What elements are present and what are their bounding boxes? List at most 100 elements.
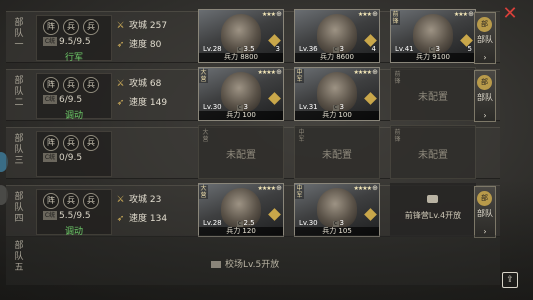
unit-info-panel[interactable]: 阵兵兵 C统 6/9.5 调动 xyxy=(36,73,112,121)
hero-stars: ★★★★ xyxy=(353,69,371,76)
hero-count: 4 xyxy=(371,45,376,53)
formation-badge[interactable]: 兵 xyxy=(63,77,79,93)
skill-icon xyxy=(268,92,281,105)
empty-slot-text: 未配置 xyxy=(418,150,448,161)
swords-icon: ⚔ xyxy=(116,195,125,205)
unit-label: 部队一 xyxy=(14,18,24,50)
hero-troops: 兵力 8600 xyxy=(295,53,379,62)
stat-value: 80 xyxy=(149,40,162,50)
unit-detail-button[interactable]: 部部队 › xyxy=(474,70,496,122)
formation-badge[interactable]: 兵 xyxy=(83,77,99,93)
formation-badge[interactable]: 阵 xyxy=(43,19,59,35)
formation-badge[interactable]: 阵 xyxy=(43,135,59,151)
empty-slot[interactable]: 大营 未配置 xyxy=(198,125,284,179)
hero-slot[interactable]: 前锋未配置 xyxy=(390,125,476,179)
stat-value: 23 xyxy=(149,195,162,205)
stat-name: 速度 xyxy=(129,40,148,50)
hero-card[interactable]: ★★★ ⊕ Lv.28 C 3.5 3 兵力 8800 xyxy=(198,9,284,63)
unit-stats: ⚔ 攻城 23 ➶ 速度 134 xyxy=(116,191,176,229)
formation-badge[interactable]: 兵 xyxy=(83,193,99,209)
pin-icon: ⊕ xyxy=(276,68,282,76)
hero-stars: ★★★ xyxy=(357,11,372,18)
hero-troops: 兵力 100 xyxy=(295,111,379,120)
hero-slot[interactable]: ★★★ ⊕ Lv.36 C 3 4 兵力 8600 xyxy=(294,9,380,63)
hero-slot[interactable]: 前锋 ★★★ ⊕ Lv.41 C 3 5 兵力 9100 xyxy=(390,9,476,63)
cost-value: 0/9.5 xyxy=(59,153,83,163)
unit-emblem-icon: 部 xyxy=(477,191,492,206)
formation-badges: 阵兵兵 xyxy=(43,193,99,209)
hero-slot[interactable]: 中军 未配置 xyxy=(294,125,380,179)
cost-value: 6/9.5 xyxy=(59,95,83,105)
slot-role: 中军 xyxy=(295,69,304,83)
hero-card[interactable]: 前锋 ★★★ ⊕ Lv.41 C 3 5 兵力 9100 xyxy=(390,9,476,63)
empty-slot[interactable]: 中军 未配置 xyxy=(294,125,380,179)
hero-card[interactable]: 大营 ★★★★ ⊕ Lv.30 C 3 兵力 100 xyxy=(198,67,284,121)
hero-slot[interactable]: 中军 ★★★★ ⊕ Lv.31 C 3 兵力 100 xyxy=(294,67,380,121)
cost-icon: C统 xyxy=(43,95,57,104)
unit-button-label: 部队 xyxy=(477,93,493,102)
slot-role: 中军 xyxy=(295,185,304,199)
close-button[interactable]: ✕ xyxy=(500,4,520,24)
hero-card[interactable]: ★★★ ⊕ Lv.36 C 3 4 兵力 8600 xyxy=(294,9,380,63)
locked-slot-text: 前锋营Lv.4开放 xyxy=(404,211,462,220)
slot-role: 前锋 xyxy=(394,129,401,143)
share-button[interactable]: ⇪ xyxy=(502,272,518,288)
hero-cost-value: 3 xyxy=(243,103,248,111)
hero-cost: C3 xyxy=(333,45,344,53)
stat-1: ➶ 速度 80 xyxy=(116,36,176,55)
skill-icon xyxy=(364,92,377,105)
hero-card[interactable]: 中军 ★★★★ ⊕ Lv.30 C 3 兵力 105 xyxy=(294,183,380,237)
formation-badges: 阵兵兵 xyxy=(43,135,99,151)
hero-slot[interactable]: 大营 ★★★★ ⊕ Lv.30 C 3 兵力 100 xyxy=(198,67,284,121)
unit-label: 部队三 xyxy=(14,134,24,166)
stat-name: 攻城 xyxy=(129,195,148,205)
hero-card[interactable]: 大营 ★★★★ ⊕ Lv.28 C 2.5 兵力 120 xyxy=(198,183,284,237)
slot-role: 前锋 xyxy=(394,71,401,85)
hero-cost-value: 3 xyxy=(339,103,344,111)
hero-slot[interactable]: 大营 未配置 xyxy=(198,125,284,179)
slot-role: 前锋 xyxy=(391,11,400,25)
stat-value: 134 xyxy=(149,214,168,224)
cost-icon: C统 xyxy=(43,37,57,46)
hero-stars: ★★★ xyxy=(453,11,468,18)
formation-badge[interactable]: 兵 xyxy=(83,19,99,35)
locked-slot: 前锋营Lv.4开放 xyxy=(390,183,476,237)
speed-icon: ➶ xyxy=(116,214,125,224)
cost-icon: C统 xyxy=(43,211,57,220)
swords-icon: ⚔ xyxy=(116,21,125,31)
hero-level: Lv.28 xyxy=(203,219,222,227)
hero-slot[interactable]: 中军 ★★★★ ⊕ Lv.30 C 3 兵力 105 xyxy=(294,183,380,237)
hero-slot[interactable]: 大营 ★★★★ ⊕ Lv.28 C 2.5 兵力 120 xyxy=(198,183,284,237)
empty-slot[interactable]: 前锋 未配置 xyxy=(390,67,476,121)
unit-button-label: 部队 xyxy=(477,209,493,218)
unit-info-panel[interactable]: 阵兵兵 C统 0/9.5 xyxy=(36,131,112,177)
formation-badge[interactable]: 兵 xyxy=(63,193,79,209)
unit-row-5: 部队五 校场Lv.5开放 xyxy=(6,235,500,285)
unit-info-panel[interactable]: 阵兵兵 C统 5.5/9.5 调动 xyxy=(36,189,112,237)
empty-slot[interactable]: 前锋未配置 xyxy=(390,125,476,179)
hero-stars: ★★★ xyxy=(261,11,276,18)
unit-emblem-icon: 部 xyxy=(477,17,492,32)
slot-role: 大营 xyxy=(199,185,208,199)
unit-status: 行军 xyxy=(64,53,83,63)
hero-slot[interactable]: ★★★ ⊕ Lv.28 C 3.5 3 兵力 8800 xyxy=(198,9,284,63)
unit-detail-button[interactable]: 部部队 › xyxy=(474,186,496,238)
formation-badge[interactable]: 阵 xyxy=(43,77,59,93)
formation-badge[interactable]: 兵 xyxy=(63,19,79,35)
formation-badges: 阵兵兵 xyxy=(43,19,99,35)
stat-value: 257 xyxy=(149,21,168,31)
unit-emblem-icon: 部 xyxy=(477,75,492,90)
stat-1: ➶ 速度 134 xyxy=(116,210,176,229)
formation-badge[interactable]: 阵 xyxy=(43,193,59,209)
hero-cost: C 2.5 xyxy=(237,219,255,227)
hero-cost-value: 3.5 xyxy=(243,45,255,53)
hero-slot[interactable]: 前锋营Lv.4开放 xyxy=(390,183,476,237)
stat-name: 速度 xyxy=(129,214,148,224)
unit-label: 部队五 xyxy=(14,241,24,273)
unit-info-panel[interactable]: 阵兵兵 C统 9.5/9.5 行军 xyxy=(36,15,112,63)
formation-badge[interactable]: 兵 xyxy=(83,135,99,151)
hero-card[interactable]: 中军 ★★★★ ⊕ Lv.31 C 3 兵力 100 xyxy=(294,67,380,121)
hero-slot[interactable]: 前锋 未配置 xyxy=(390,67,476,121)
formation-badge[interactable]: 兵 xyxy=(63,135,79,151)
unit-detail-button[interactable]: 部部队 › xyxy=(474,12,496,64)
